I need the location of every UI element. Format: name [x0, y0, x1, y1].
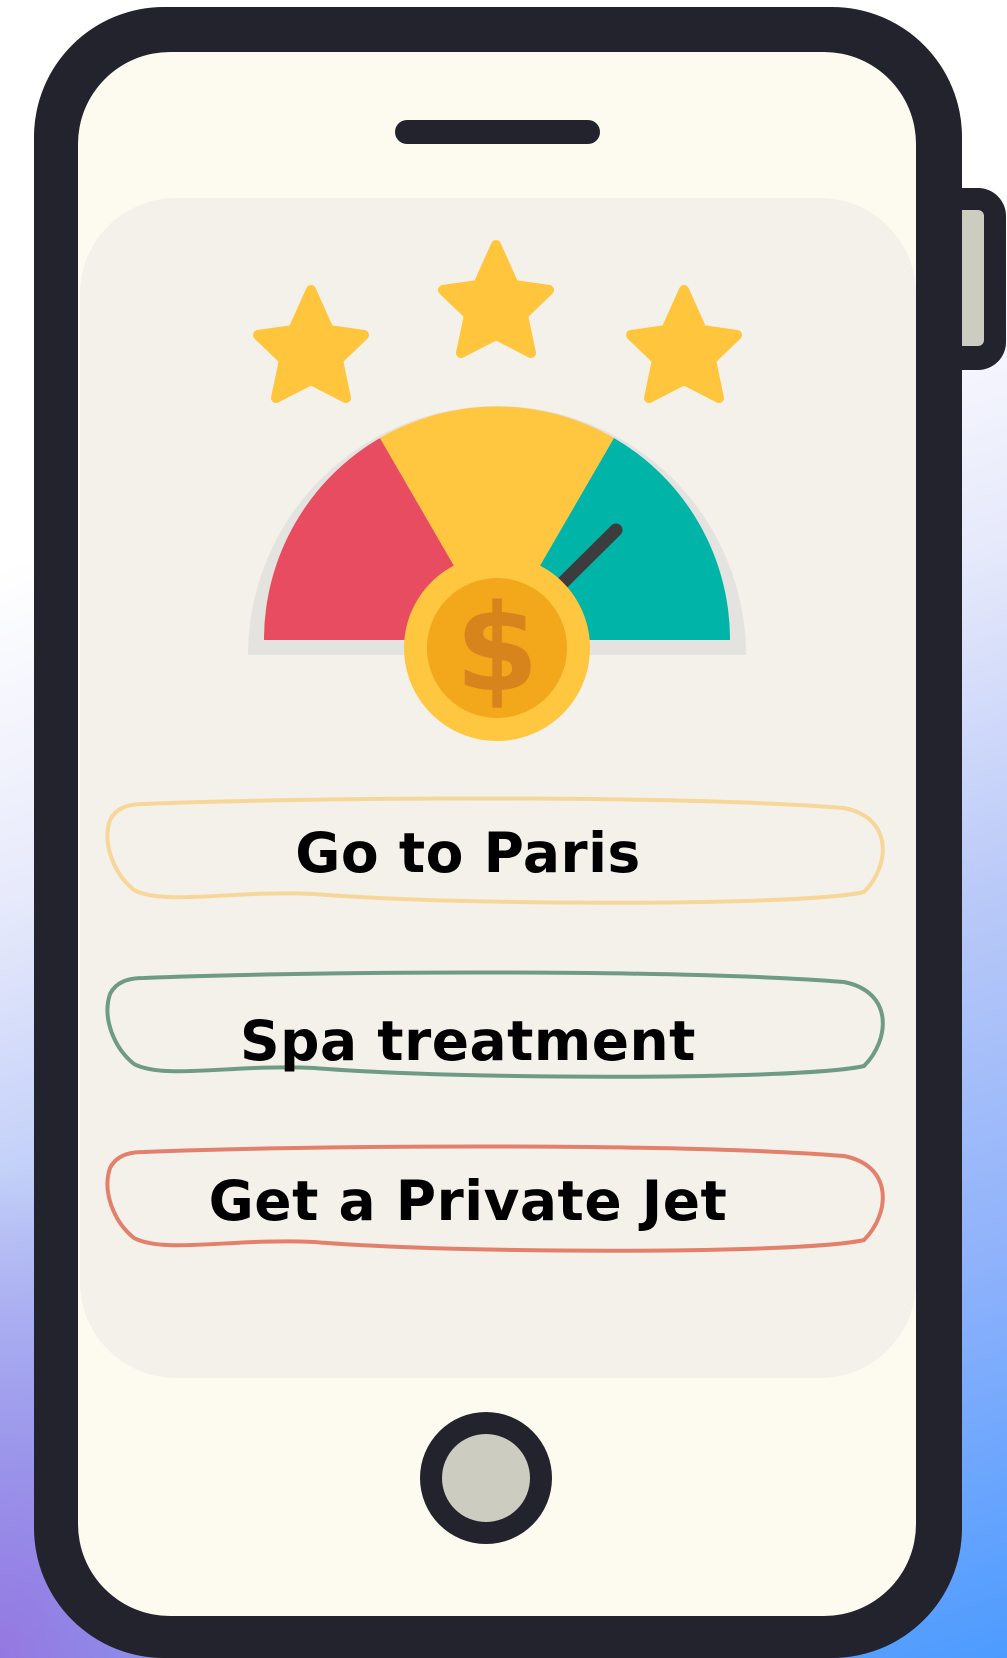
option-spa-treatment-button[interactable]: Spa treatment [104, 968, 886, 1086]
home-button-face [442, 1434, 530, 1522]
star-icon [253, 285, 369, 403]
star-icon [438, 240, 554, 358]
option-label: Get a Private Jet [208, 1169, 728, 1233]
option-go-to-paris-button[interactable]: Go to Paris [104, 794, 886, 912]
option-get-private-jet-button[interactable]: Get a Private Jet [104, 1142, 886, 1260]
option-label: Go to Paris [295, 821, 641, 885]
home-button[interactable] [420, 1412, 552, 1544]
dollar-icon: $ [455, 580, 539, 719]
option-label: Spa treatment [240, 1009, 696, 1073]
star-icon [626, 285, 742, 403]
